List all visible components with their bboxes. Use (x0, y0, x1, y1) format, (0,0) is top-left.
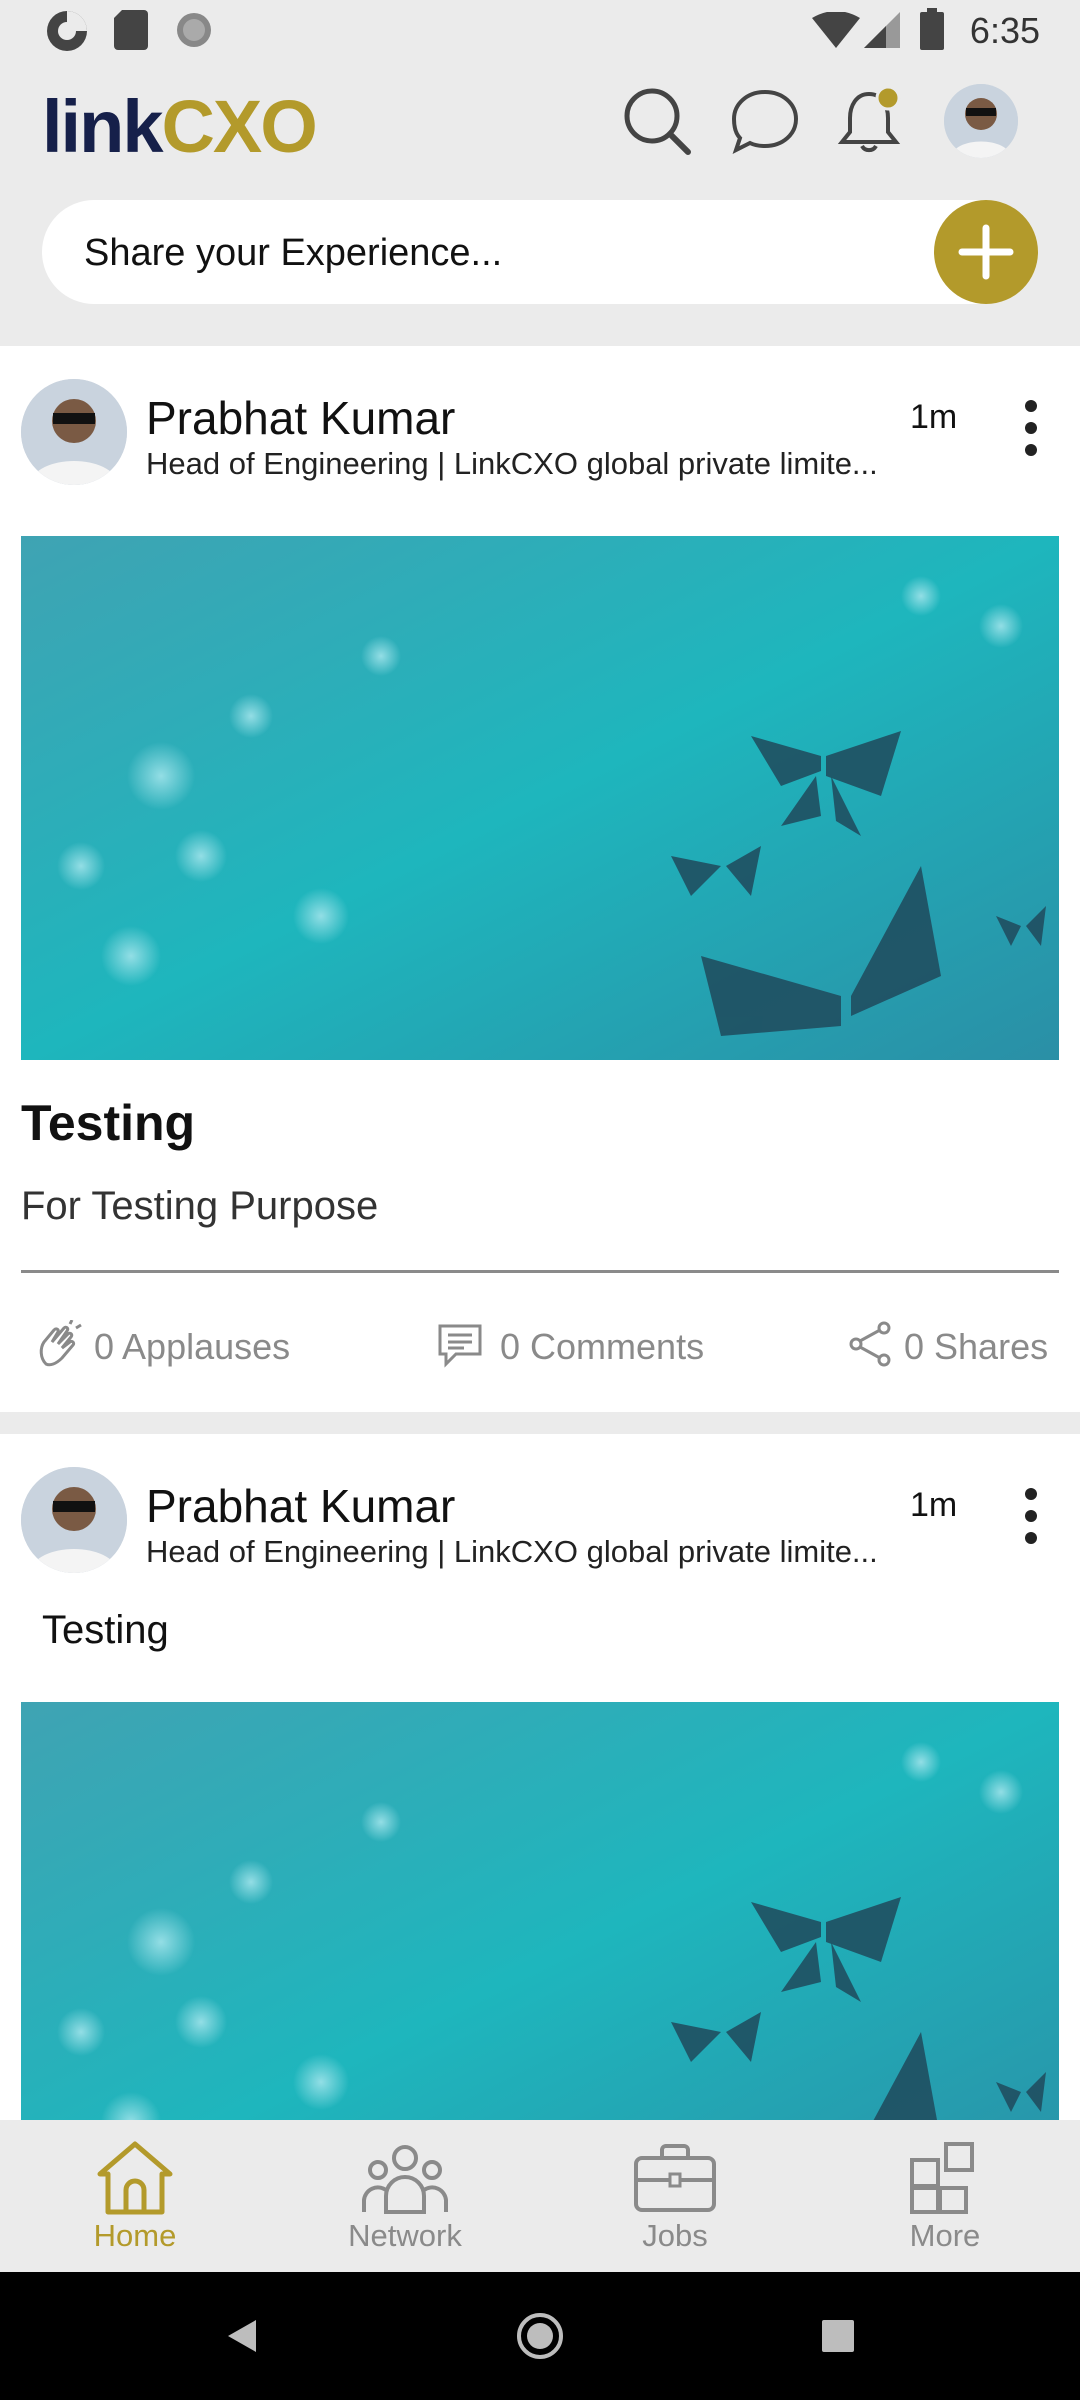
system-navigation-bar (0, 2272, 1080, 2400)
status-bar: 6:35 (0, 0, 1080, 64)
nav-more-label: More (909, 2218, 981, 2253)
nav-network[interactable]: Network (270, 2120, 540, 2272)
post-card: Prabhat Kumar Head of Engineering | Link… (0, 346, 1080, 1412)
post-text: Testing (42, 1608, 169, 1652)
author-avatar[interactable] (21, 379, 127, 485)
more-options-icon[interactable] (1016, 398, 1046, 458)
briefcase-icon (634, 2144, 716, 2212)
butterfly-image (21, 1702, 1059, 2134)
post-image[interactable] (21, 1702, 1059, 2134)
people-icon (362, 2145, 448, 2214)
sync-icon (47, 11, 87, 51)
author-avatar-image (21, 1467, 127, 1573)
comment-count: 0 Comments (500, 1326, 705, 1367)
share-experience-input[interactable]: Share your Experience... (42, 200, 1038, 304)
home-icon (97, 2141, 173, 2215)
clap-icon (39, 1320, 82, 1367)
grid-icon (910, 2142, 974, 2214)
battery-icon (920, 8, 944, 50)
author-title: Head of Engineering | LinkCXO global pri… (146, 446, 878, 481)
share-button[interactable]: 0 Shares (848, 1321, 1058, 1376)
linkcxo-logo[interactable]: linkCXO (42, 84, 318, 169)
logo-text-cxo: CXO (161, 85, 317, 168)
share-icon (849, 1321, 891, 1367)
nav-more[interactable]: More (810, 2120, 1080, 2272)
nav-home[interactable]: Home (0, 2120, 270, 2272)
user-avatar-image (944, 84, 1018, 158)
butterfly-image (21, 536, 1059, 1060)
author-name[interactable]: Prabhat Kumar (146, 1479, 455, 1533)
post-title: Testing (21, 1095, 196, 1151)
comment-icon (438, 1324, 482, 1368)
post-description: For Testing Purpose (21, 1184, 379, 1228)
author-avatar-image (21, 379, 127, 485)
chat-bubble-icon[interactable] (728, 84, 802, 158)
add-post-button[interactable] (934, 200, 1038, 304)
cellular-signal-icon (864, 12, 900, 48)
home-system-icon[interactable] (516, 2312, 564, 2360)
applause-button[interactable]: 0 Applauses (34, 1320, 324, 1376)
bell-icon[interactable] (832, 84, 906, 158)
clock-time: 6:35 (969, 10, 1040, 51)
applause-count: 0 Applauses (94, 1326, 291, 1367)
post-divider (21, 1270, 1059, 1273)
profile-avatar[interactable] (944, 84, 1018, 158)
author-name[interactable]: Prabhat Kumar (146, 391, 455, 445)
nav-jobs-label: Jobs (642, 2218, 708, 2253)
more-options-icon[interactable] (1016, 1486, 1046, 1546)
app-header: linkCXO (0, 64, 1080, 182)
back-icon[interactable] (222, 2316, 262, 2356)
loading-icon (177, 13, 211, 47)
post-card: Prabhat Kumar Head of Engineering | Link… (0, 1434, 1080, 2134)
share-count: 0 Shares (904, 1326, 1049, 1367)
post-image[interactable] (21, 536, 1059, 1060)
author-title: Head of Engineering | LinkCXO global pri… (146, 1534, 878, 1569)
wifi-icon (812, 12, 860, 48)
author-avatar[interactable] (21, 1467, 127, 1573)
notification-dot (875, 85, 901, 111)
post-time: 1m (910, 398, 958, 436)
share-placeholder-text: Share your Experience... (84, 232, 503, 274)
nav-network-label: Network (348, 2218, 462, 2253)
nav-home-label: Home (93, 2218, 177, 2253)
sd-card-icon (114, 10, 148, 50)
nav-jobs[interactable]: Jobs (540, 2120, 810, 2272)
search-icon[interactable] (620, 84, 694, 158)
comment-button[interactable]: 0 Comments (436, 1324, 726, 1376)
bottom-navigation: Home Network Jobs More (0, 2120, 1080, 2272)
post-time: 1m (910, 1486, 958, 1524)
plus-icon (958, 224, 1014, 280)
recents-icon[interactable] (820, 2318, 856, 2354)
logo-text-link: link (42, 85, 163, 168)
